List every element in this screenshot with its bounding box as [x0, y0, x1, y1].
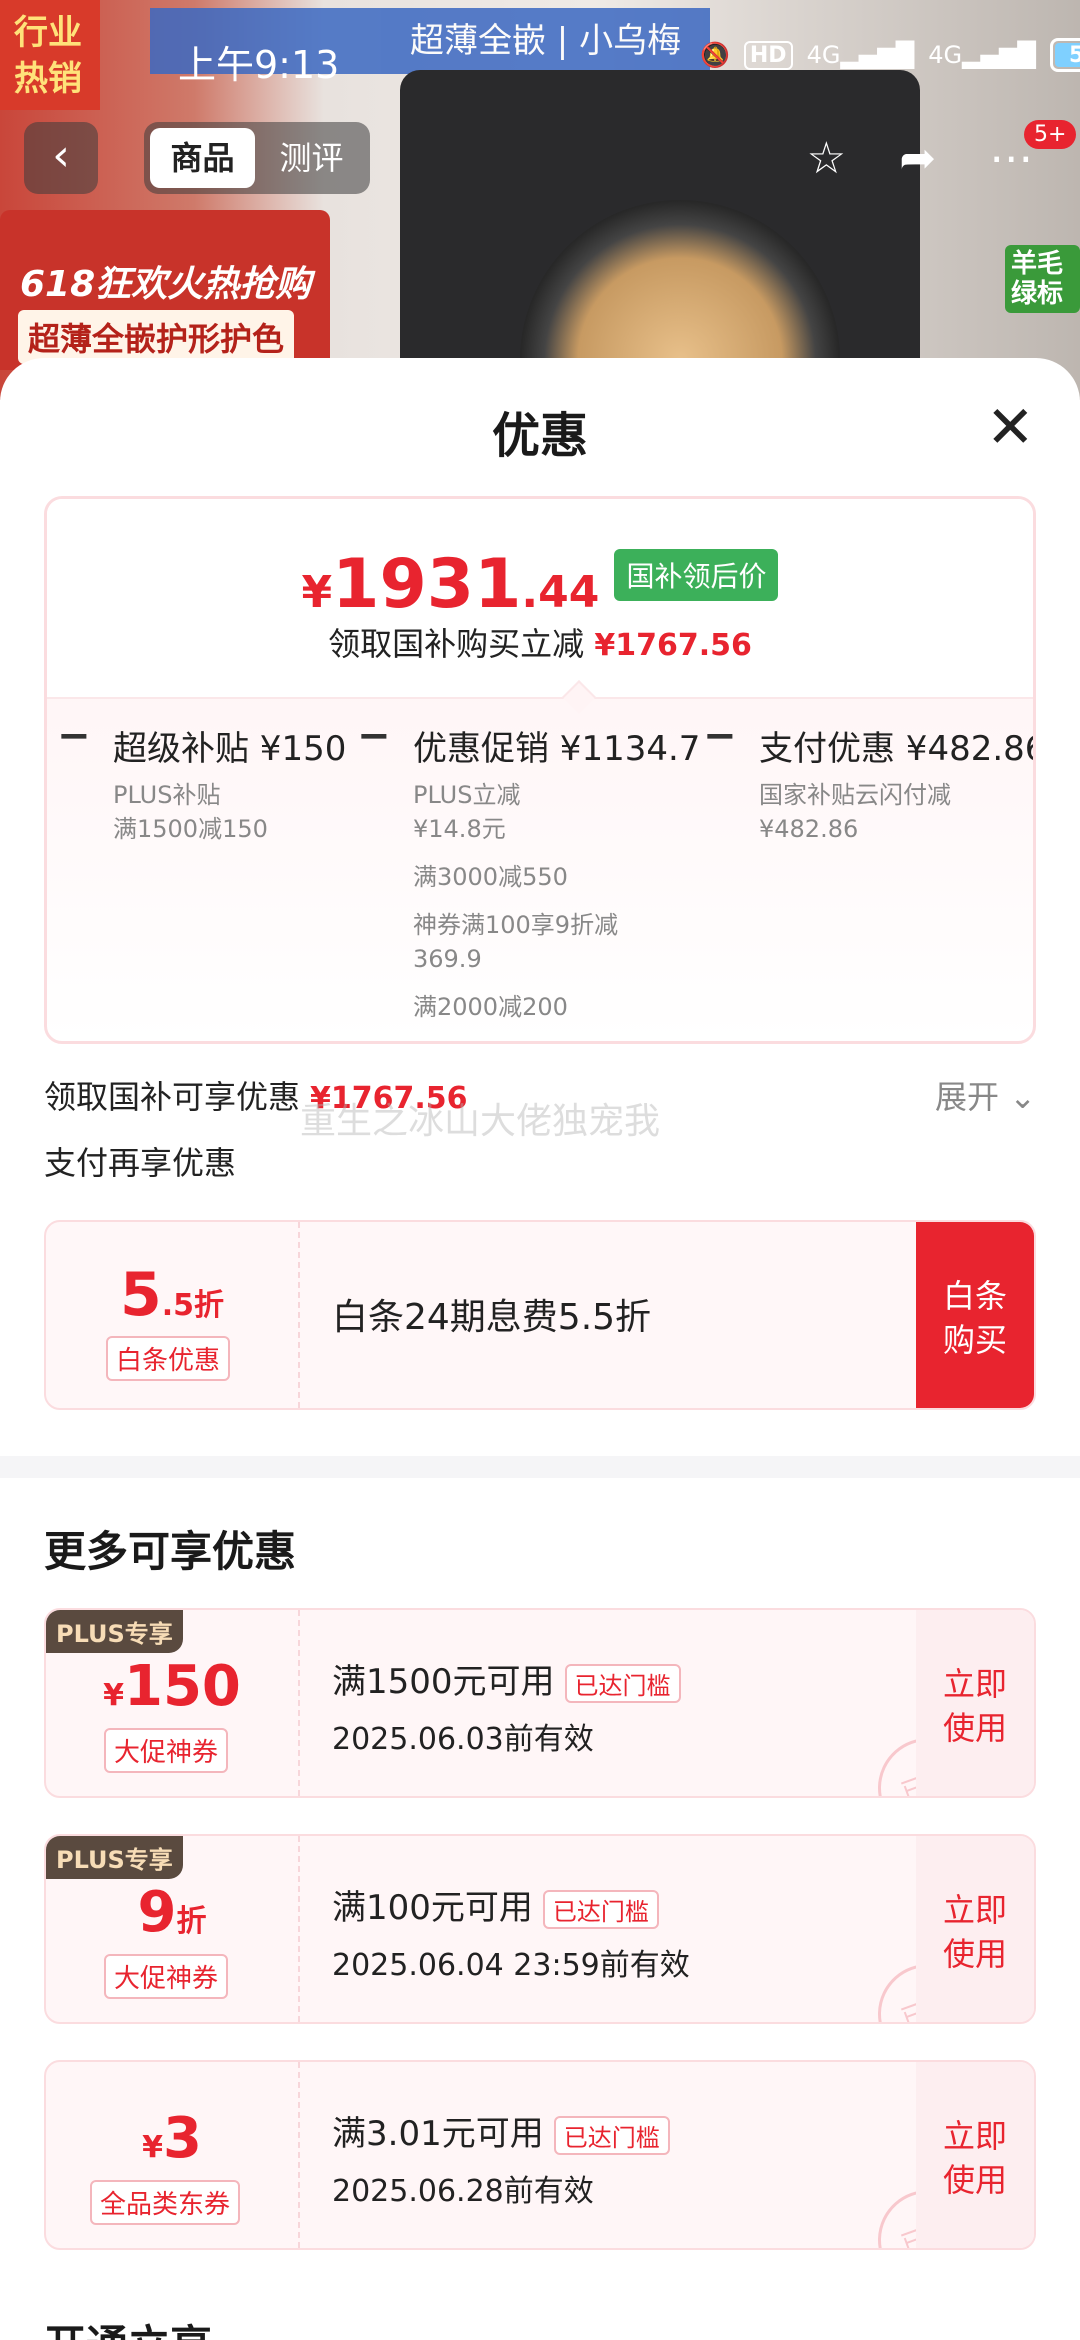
- coupon-expiry: 2025.06.28前有效: [332, 2174, 594, 2209]
- message-badge: 5+: [1024, 120, 1077, 149]
- coupon-card: ¥150 大促神券 PLUS专享 满1500元可用 已达门槛 2025.06.03…: [44, 1608, 1036, 1798]
- chevron-down-icon: ⌄: [1009, 1078, 1036, 1116]
- pay-again-label: 支付再享优惠: [44, 1144, 237, 1182]
- promo-subtitle: 超薄全嵌护形护色: [18, 310, 295, 364]
- coupon-value: ¥3: [142, 2106, 202, 2171]
- more-offers-title: 更多可享优惠: [44, 1527, 297, 1576]
- coupon-card: 9折 大促神券 PLUS专享 满100元可用 已达门槛 2025.06.04 23…: [44, 1834, 1036, 2024]
- tab-product[interactable]: 商品: [150, 128, 255, 188]
- breakdown-line: 满2000减200: [413, 993, 568, 1021]
- baitiao-tag: 白条优惠: [106, 1336, 231, 1381]
- section-divider: [0, 1456, 1080, 1478]
- subsidy-label: 领取国补可享优惠: [44, 1078, 301, 1116]
- coupon-expiry: 2025.06.04 23:59前有效: [332, 1948, 690, 1983]
- baitiao-buy-button[interactable]: 白条购买: [916, 1222, 1034, 1408]
- subsidy-reduction: 领取国补购买立减 ¥1767.56: [328, 625, 752, 663]
- nav-actions: ☆ ➦ ⋯: [780, 122, 1060, 194]
- open-membership-title: 开通立享: [44, 2312, 212, 2340]
- use-now-button[interactable]: 立即使用: [916, 1836, 1034, 2022]
- favorite-star-icon[interactable]: ☆: [807, 133, 846, 184]
- close-icon[interactable]: ✕: [986, 398, 1035, 456]
- breakdown-title: 优惠促销 ¥1134.7: [413, 729, 701, 769]
- back-button[interactable]: ‹: [24, 122, 98, 194]
- threshold-reached-badge: 已达门槛: [542, 1890, 659, 1929]
- breakdown-title: 支付优惠 ¥482.86: [759, 729, 1036, 769]
- watermark: 重生之冰山大佬独宠我: [300, 1101, 661, 1142]
- share-icon[interactable]: ➦: [899, 133, 936, 184]
- threshold-reached-badge: 已达门槛: [553, 2116, 670, 2155]
- coupon-condition: 满3.01元可用 已达门槛: [332, 2106, 670, 2155]
- coupon-type: 大促神券: [104, 1954, 229, 1999]
- battery-icon: 54: [1049, 38, 1080, 72]
- plus-exclusive-badge: PLUS专享: [46, 1836, 183, 1879]
- coupon-type: 大促神券: [104, 1728, 229, 1773]
- minus-sign: −: [57, 713, 91, 759]
- status-bar: 上午9:13 ··· 🔕 HD 4G▂▄▆█ 4G▂▄▆█ 54: [0, 0, 1080, 120]
- coupon-condition: 满100元可用 已达门槛: [332, 1880, 659, 1929]
- breakdown-promotion: − 优惠促销 ¥1134.7 PLUS立减 ¥14.8元 满3000减550 神…: [357, 713, 701, 1024]
- mute-icon: 🔕: [700, 41, 730, 69]
- plus-exclusive-badge: PLUS专享: [46, 1610, 183, 1653]
- breakdown-line: PLUS立减: [413, 781, 521, 809]
- baitiao-description: 白条24期息费5.5折: [332, 1297, 652, 1338]
- breakdown-line: ¥14.8元: [413, 815, 506, 843]
- product-tabs: 商品 测评: [144, 122, 370, 194]
- sheet-title: 优惠: [491, 408, 588, 464]
- minus-sign: −: [357, 713, 391, 759]
- promo-title: 618狂欢火热抢购: [20, 264, 312, 305]
- coupon-condition: 满1500元可用 已达门槛: [332, 1654, 681, 1703]
- product-top-nav: ‹ 商品 测评 ☆ ➦ ⋯ 5+: [0, 120, 1080, 200]
- baitiao-card: 5.5折 白条优惠 白条24期息费5.5折 白条购买: [44, 1220, 1036, 1410]
- tab-review[interactable]: 测评: [259, 128, 364, 188]
- breakdown-line: 国家补贴云闪付减: [759, 781, 951, 809]
- breakdown-super-subsidy: − 超级补贴 ¥150 PLUS补贴 满1500减150: [57, 713, 347, 846]
- threshold-reached-badge: 已达门槛: [564, 1664, 681, 1703]
- use-now-button[interactable]: 立即使用: [916, 2062, 1034, 2248]
- use-now-button[interactable]: 立即使用: [916, 1610, 1034, 1796]
- signal-4g-icon-2: 4G▂▄▆█: [928, 41, 1036, 69]
- expand-button[interactable]: 展开 ⌄: [935, 1072, 1036, 1118]
- final-price-line: ¥1931.44 国补领后价: [47, 545, 1033, 624]
- signal-4g-icon: 4G▂▄▆█: [806, 41, 915, 69]
- breakdown-title: 超级补贴 ¥150: [113, 729, 347, 769]
- breakdown-line: 满1500减150: [113, 815, 268, 843]
- breakdown-line: 满3000减550: [413, 863, 568, 891]
- wool-badge: 羊毛绿标: [1005, 245, 1080, 313]
- coupon-expiry: 2025.06.03前有效: [332, 1722, 594, 1757]
- coupon-type: 全品类东券: [90, 2180, 241, 2225]
- baitiao-discount: 5.5折: [119, 1260, 225, 1330]
- hd-icon: HD: [743, 40, 793, 70]
- price-card: ¥1931.44 国补领后价 领取国补购买立减 ¥1767.56 − 超级补贴 …: [44, 496, 1036, 1044]
- breakdown-line: 神券满100享9折减369.9: [413, 911, 619, 973]
- status-more-dots: ···: [490, 26, 523, 66]
- coupon-value: ¥150: [103, 1654, 241, 1719]
- subsidy-price-badge: 国补领后价: [614, 548, 779, 601]
- status-time: 上午9:13: [178, 43, 340, 87]
- coupon-card: ¥3 全品类东券 满3.01元可用已达门槛 2025.06.28前有效 已领 立…: [44, 2060, 1036, 2250]
- breakdown-payment: − 支付优惠 ¥482.86 国家补贴云闪付减 ¥482.86: [703, 713, 1036, 846]
- breakdown-line: PLUS补贴: [113, 781, 221, 809]
- final-price: ¥1931.44: [301, 545, 600, 624]
- coupon-value: 9折: [137, 1880, 207, 1945]
- minus-sign: −: [703, 713, 737, 759]
- discount-sheet: 优惠 ✕ ¥1931.44 国补领后价 领取国补购买立减 ¥1767.56 − …: [0, 358, 1080, 2340]
- breakdown-line: ¥482.86: [759, 815, 859, 843]
- status-icons: 🔕 HD 4G▂▄▆█ 4G▂▄▆█ 54: [700, 38, 1080, 72]
